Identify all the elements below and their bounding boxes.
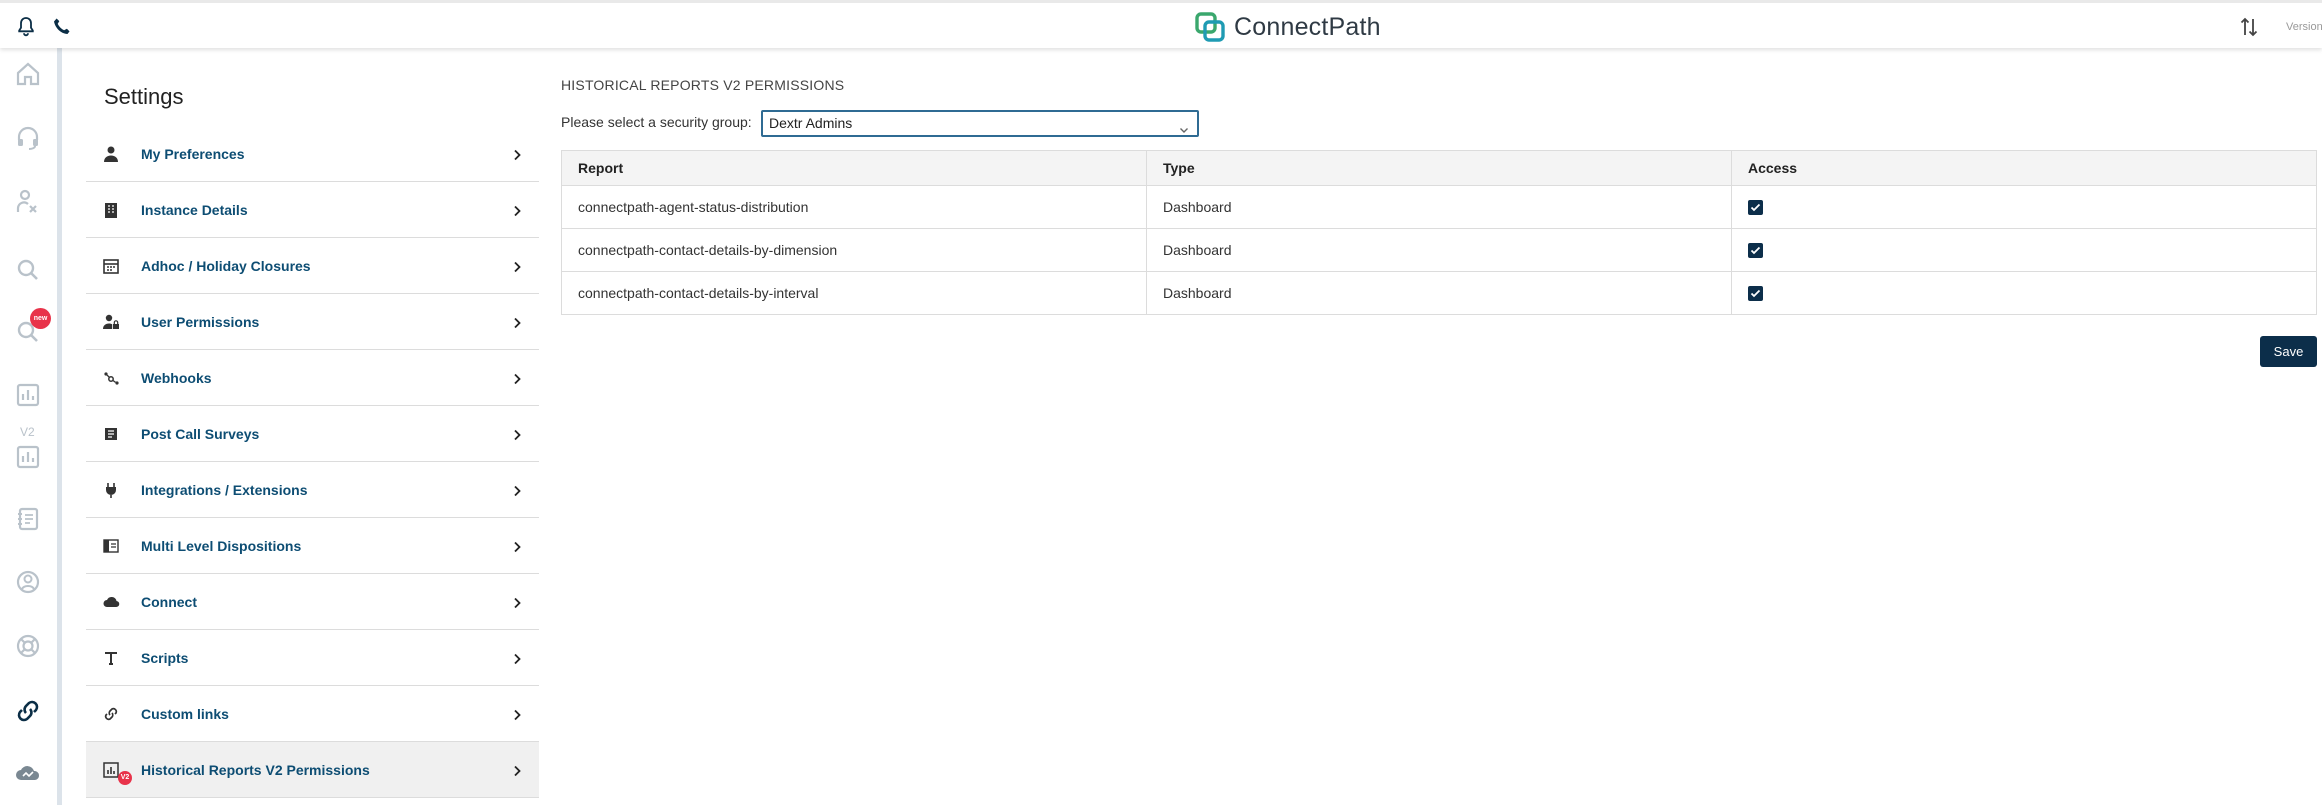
settings-item-label: Custom links — [141, 705, 229, 722]
chevron-right-icon — [511, 708, 523, 720]
reports-icon[interactable] — [14, 381, 42, 409]
settings-item-connect[interactable]: Connect — [86, 574, 539, 630]
settings-item-webhooks[interactable]: Webhooks — [86, 350, 539, 406]
access-checkbox[interactable] — [1748, 200, 1763, 216]
access-cell — [1731, 185, 2317, 229]
link-icon[interactable] — [14, 697, 42, 725]
security-group-select[interactable]: Dextr Admins — [761, 110, 1199, 137]
settings-item-custom-links[interactable]: Custom links — [86, 686, 539, 742]
chevron-right-icon — [511, 372, 523, 384]
settings-item-post-call-surveys[interactable]: Post Call Surveys — [86, 406, 539, 462]
settings-title: Settings — [104, 84, 184, 109]
settings-item-label: Historical Reports V2 Permissions — [141, 761, 370, 778]
cloud-icon — [102, 593, 120, 611]
chevron-right-icon — [511, 204, 523, 216]
phone-icon[interactable] — [50, 15, 74, 39]
settings-item-label: Connect — [141, 593, 197, 610]
column-header-report: Report — [561, 150, 1147, 186]
brand-logo: ConnectPath — [1194, 11, 1381, 43]
table-row: connectpath-contact-details-by-interval … — [561, 271, 2317, 315]
report-name-cell: connectpath-contact-details-by-dimension — [561, 228, 1147, 272]
settings-item-adhoc-holiday-closures[interactable]: Adhoc / Holiday Closures — [86, 238, 539, 294]
access-cell — [1731, 271, 2317, 315]
reports-v2-icon[interactable] — [14, 443, 42, 471]
headset-icon[interactable] — [14, 124, 42, 152]
settings-item-label: Adhoc / Holiday Closures — [141, 257, 311, 274]
text-icon — [102, 649, 120, 667]
settings-item-label: Post Call Surveys — [141, 425, 260, 442]
rail-divider — [57, 48, 62, 805]
column-header-type: Type — [1146, 150, 1732, 186]
link-icon — [102, 705, 120, 723]
survey-icon — [102, 425, 120, 443]
table-row: connectpath-contact-details-by-dimension… — [561, 228, 2317, 272]
settings-item-label: User Permissions — [141, 313, 260, 330]
bell-icon[interactable] — [14, 15, 38, 39]
settings-item-scripts[interactable]: Scripts — [86, 630, 539, 686]
user-lock-icon — [102, 313, 120, 331]
person-icon — [102, 145, 120, 163]
column-header-access: Access — [1731, 150, 2317, 186]
version-text: Version 1.7 — [2286, 21, 2322, 33]
chevron-right-icon — [511, 148, 523, 160]
security-group-value: Dextr Admins — [769, 115, 853, 131]
table-header-row: Report Type Access — [561, 150, 2317, 186]
building-icon — [102, 201, 120, 219]
access-checkbox[interactable] — [1748, 243, 1763, 259]
contacts-icon[interactable] — [14, 505, 42, 533]
home-icon[interactable] — [14, 60, 42, 88]
settings-item-label: Instance Details — [141, 201, 248, 218]
security-group-label: Please select a security group: — [561, 114, 752, 130]
plug-icon — [102, 481, 120, 499]
agent-transfer-icon[interactable] — [14, 188, 42, 216]
settings-item-historical-reports-v2-permissions[interactable]: V2 Historical Reports V2 Permissions — [86, 742, 539, 798]
v2-label: V2 — [20, 425, 35, 439]
settings-item-user-permissions[interactable]: User Permissions — [86, 294, 539, 350]
sort-icon[interactable] — [2238, 16, 2260, 38]
settings-item-label: Scripts — [141, 649, 189, 666]
access-checkbox[interactable] — [1748, 286, 1763, 302]
chevron-right-icon — [511, 316, 523, 328]
report-name-cell: connectpath-agent-status-distribution — [561, 185, 1147, 229]
chevron-down-icon — [1179, 119, 1189, 133]
settings-item-my-preferences[interactable]: My Preferences — [86, 126, 539, 182]
settings-list: My Preferences Instance Details Adhoc / … — [86, 126, 539, 798]
chevron-right-icon — [511, 596, 523, 608]
chevron-right-icon — [511, 652, 523, 664]
search-icon[interactable] — [14, 256, 42, 284]
settings-item-label: Webhooks — [141, 369, 212, 386]
chevron-right-icon — [511, 428, 523, 440]
dispositions-icon — [102, 537, 120, 555]
chevron-right-icon — [511, 540, 523, 552]
settings-item-label: Integrations / Extensions — [141, 481, 308, 498]
user-circle-icon[interactable] — [14, 568, 42, 596]
report-type-cell: Dashboard — [1146, 271, 1732, 315]
permissions-table: Report Type Access connectpath-agent-sta… — [561, 150, 2317, 315]
cloud-icon[interactable] — [14, 759, 42, 787]
v2-badge: V2 — [118, 771, 132, 785]
report-name-cell: connectpath-contact-details-by-interval — [561, 271, 1147, 315]
access-cell — [1731, 228, 2317, 272]
settings-item-label: Multi Level Dispositions — [141, 537, 302, 554]
lifebuoy-icon[interactable] — [14, 632, 42, 660]
chevron-right-icon — [511, 260, 523, 272]
calendar-icon — [102, 257, 120, 275]
webhook-icon — [102, 369, 120, 387]
settings-item-integrations-extensions[interactable]: Integrations / Extensions — [86, 462, 539, 518]
top-bar: ConnectPath Version 1.7 — [0, 0, 2322, 48]
settings-item-label: My Preferences — [141, 145, 245, 162]
report-type-cell: Dashboard — [1146, 185, 1732, 229]
page-title: HISTORICAL REPORTS V2 PERMISSIONS — [561, 77, 845, 93]
save-button[interactable]: Save — [2260, 336, 2317, 367]
brand-name: ConnectPath — [1234, 12, 1381, 41]
chevron-right-icon — [511, 764, 523, 776]
chevron-right-icon — [511, 484, 523, 496]
table-row: connectpath-agent-status-distribution Da… — [561, 185, 2317, 229]
report-type-cell: Dashboard — [1146, 228, 1732, 272]
new-badge: new — [30, 308, 51, 329]
connectpath-logo-icon — [1195, 12, 1225, 42]
settings-item-instance-details[interactable]: Instance Details — [86, 182, 539, 238]
settings-item-multi-level-dispositions[interactable]: Multi Level Dispositions — [86, 518, 539, 574]
